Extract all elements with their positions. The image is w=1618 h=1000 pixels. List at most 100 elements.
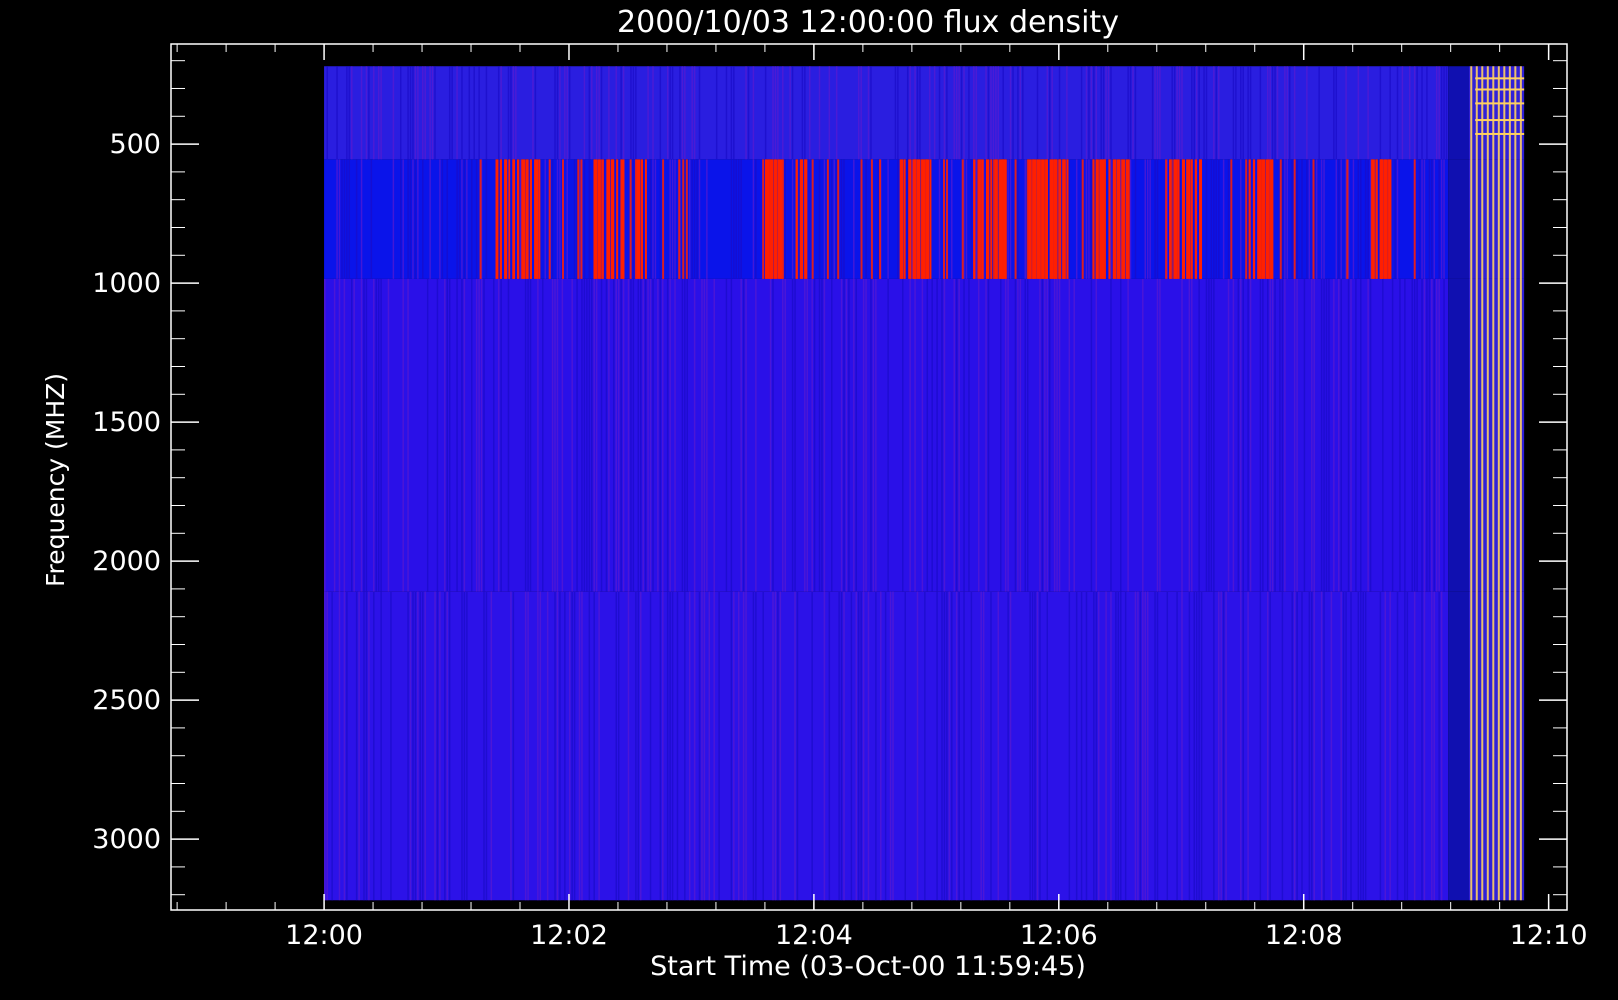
noise-streak (1095, 66, 1098, 160)
peak-hline (1475, 88, 1525, 91)
noise-streak (578, 591, 581, 901)
noise-streak (1296, 591, 1298, 901)
noise-streak (1293, 66, 1296, 160)
noise-streak (1293, 278, 1296, 592)
noise-streak (524, 278, 527, 592)
noise-streak (1227, 278, 1230, 592)
noise-streak (571, 278, 573, 592)
noise-streak (669, 591, 671, 901)
noise-streak (1232, 278, 1235, 592)
noise-streak (485, 159, 488, 279)
noise-streak (510, 66, 512, 160)
x-tick-label: 12:08 (1265, 920, 1343, 951)
noise-streak (632, 159, 635, 279)
peak-hline (1475, 132, 1525, 135)
noise-streak (1438, 159, 1440, 279)
heatmap-image (324, 66, 1525, 901)
noise-streak (1156, 591, 1159, 901)
noise-streak (1423, 278, 1426, 592)
band-gap-1 (1448, 159, 1470, 279)
noise-streak (1276, 66, 1279, 160)
noise-streak (1433, 591, 1435, 901)
burst-12 (1371, 159, 1375, 279)
noise-streak (933, 66, 936, 160)
y-tick-label: 2500 (92, 685, 161, 716)
noise-streak (975, 66, 978, 160)
noise-streak (715, 66, 718, 160)
noise-streak (865, 278, 867, 592)
noise-streak (1338, 159, 1340, 279)
peak-hline (1475, 77, 1525, 80)
noise-streak (1401, 66, 1404, 160)
noise-streak (1421, 278, 1423, 592)
noise-streak (360, 159, 363, 279)
noise-streak (1350, 591, 1352, 901)
x-tick-label: 12:06 (1020, 920, 1098, 951)
noise-streak (608, 278, 610, 592)
noise-streak (1367, 278, 1369, 592)
noise-streak (444, 591, 446, 901)
noise-streak (1421, 66, 1423, 160)
noise-streak (1188, 278, 1191, 592)
noise-streak (365, 591, 368, 901)
noise-streak (1274, 278, 1276, 592)
noise-streak (784, 159, 786, 279)
noise-streak (703, 278, 706, 592)
burst-line (662, 159, 665, 279)
noise-streak (554, 66, 556, 160)
burst-line (1170, 159, 1173, 279)
noise-streak (1110, 159, 1112, 279)
noise-streak (1193, 591, 1195, 901)
noise-streak (1046, 591, 1049, 901)
burst-line (993, 159, 996, 279)
noise-streak (412, 591, 414, 901)
noise-streak (1389, 66, 1391, 160)
noise-streak (1308, 159, 1311, 279)
noise-streak (669, 278, 671, 592)
noise-streak (1240, 278, 1242, 592)
noise-streak (1046, 278, 1049, 592)
noise-streak (982, 591, 985, 901)
noise-streak (600, 278, 603, 592)
x-tick-label: 12:02 (530, 920, 608, 951)
noise-streak (591, 278, 593, 592)
noise-streak (1004, 278, 1007, 592)
noise-streak (1171, 66, 1173, 160)
noise-streak (941, 278, 943, 592)
noise-streak (713, 591, 715, 901)
noise-streak (808, 66, 811, 160)
burst-10 (1186, 159, 1191, 279)
noise-streak (706, 159, 708, 279)
noise-streak (1073, 278, 1075, 592)
noise-streak (953, 66, 955, 160)
noise-streak (804, 278, 806, 592)
burst-line (1165, 159, 1168, 279)
noise-streak (1107, 66, 1110, 160)
noise-streak (1431, 591, 1433, 901)
noise-streak (568, 66, 571, 160)
noise-streak (980, 591, 982, 901)
noise-streak (1406, 591, 1409, 901)
noise-streak (730, 278, 733, 592)
noise-streak (1046, 66, 1049, 160)
noise-streak (951, 591, 953, 901)
burst-line (1199, 159, 1202, 279)
noise-streak (968, 278, 970, 592)
noise-streak (1352, 159, 1355, 279)
noise-streak (958, 66, 960, 160)
noise-streak (1360, 159, 1362, 279)
noise-streak (865, 159, 867, 279)
burst-0 (516, 159, 520, 279)
noise-streak (409, 66, 412, 160)
noise-streak (524, 591, 527, 901)
burst-10 (1190, 159, 1193, 279)
noise-streak (407, 159, 409, 279)
noise-streak (777, 66, 779, 160)
noise-streak (659, 66, 662, 160)
noise-streak (402, 278, 404, 592)
noise-streak (375, 278, 377, 592)
noise-streak (1191, 66, 1193, 160)
burst-line (996, 159, 999, 279)
noise-streak (1009, 591, 1012, 901)
noise-streak (595, 66, 598, 160)
